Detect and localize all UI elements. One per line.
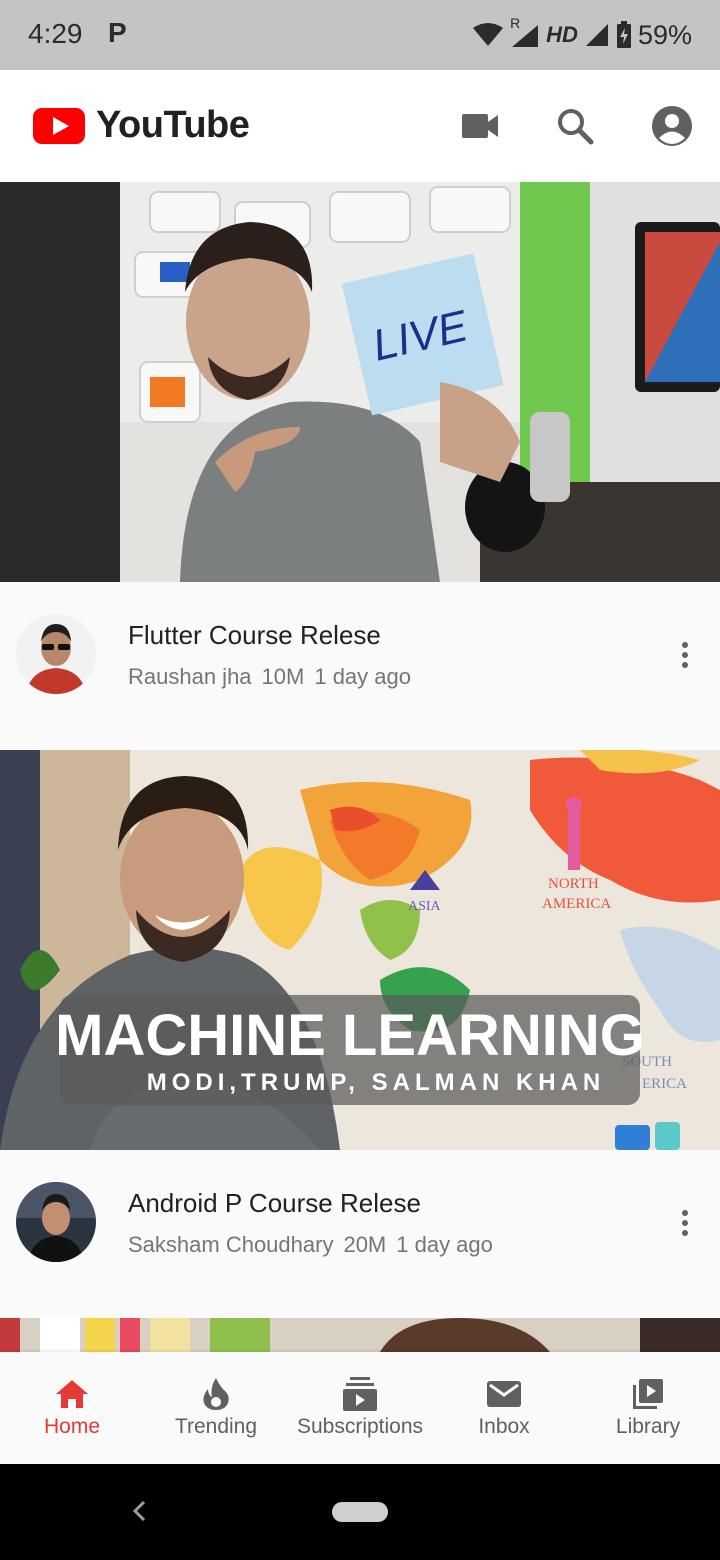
thumbnail-subcaption: MODI,TRUMP, SALMAN KHAN [147, 1069, 606, 1096]
upload-age: 1 day ago [314, 664, 411, 689]
search-icon[interactable] [552, 103, 598, 149]
nav-trending[interactable]: Trending [144, 1352, 288, 1464]
signal-roaming-icon: R [510, 15, 540, 49]
nav-inbox[interactable]: Inbox [432, 1352, 576, 1464]
more-options-icon[interactable] [672, 1208, 698, 1238]
nav-library-label: Library [615, 1415, 681, 1438]
map-label: ASIA [408, 899, 442, 914]
home-gesture-pill[interactable] [332, 1502, 388, 1522]
video-title[interactable]: Android P Course Relese [128, 1188, 421, 1219]
video-info-row[interactable]: Flutter Course Relese Raushan jha 10M 1 da… [0, 582, 720, 750]
nav-inbox-label: Inbox [478, 1415, 530, 1438]
map-label: NORTH [548, 876, 599, 892]
nav-library[interactable]: Library [576, 1352, 720, 1464]
notification-icon: P [108, 17, 127, 48]
nav-home[interactable]: Home [0, 1352, 144, 1464]
more-options-icon[interactable] [672, 640, 698, 670]
nav-subscriptions-label: Subscriptions [296, 1415, 424, 1438]
bottom-navigation: Home Trending Subscriptions Inbox Librar… [0, 1352, 720, 1464]
video-thumbnail[interactable]: LIVE [0, 182, 720, 582]
video-info-row[interactable]: Android P Course Relese Saksham Choudhar… [0, 1150, 720, 1318]
home-icon [54, 1376, 90, 1412]
nav-subscriptions[interactable]: Subscriptions [288, 1352, 432, 1464]
channel-name[interactable]: Raushan jha [128, 664, 252, 689]
youtube-logo-icon[interactable] [33, 108, 85, 144]
channel-name[interactable]: Saksham Choudhary [128, 1232, 333, 1257]
channel-avatar[interactable] [16, 614, 96, 694]
channel-avatar[interactable] [16, 1182, 96, 1262]
video-title[interactable]: Flutter Course Relese [128, 620, 381, 651]
view-count: 10M [261, 664, 305, 689]
library-icon [630, 1376, 666, 1412]
upload-age: 1 day ago [396, 1232, 493, 1257]
status-time: 4:29 [28, 18, 83, 49]
subscriptions-icon [342, 1376, 378, 1412]
wifi-icon [473, 23, 504, 46]
app-bar: YouTube [0, 70, 720, 182]
back-icon[interactable] [128, 1496, 150, 1526]
app-title: YouTube [96, 104, 250, 146]
video-thumbnail[interactable]: ASIA NORTH AMERICA SOUTH ERICA MACHINE L… [0, 750, 720, 1150]
video-thumbnail[interactable] [0, 1318, 720, 1352]
status-indicators: R HD 59% [472, 14, 692, 56]
video-meta: Raushan jha 10M 1 day ago [128, 664, 421, 690]
battery-percent: 59% [637, 19, 692, 50]
nav-home-label: Home [43, 1415, 101, 1438]
video-camera-icon[interactable] [457, 103, 503, 149]
thumbnail-caption: MACHINE LEARNING [55, 1003, 645, 1068]
account-icon[interactable] [649, 103, 695, 149]
flame-icon [198, 1376, 234, 1412]
map-label: ERICA [642, 1076, 687, 1092]
video-meta: Saksham Choudhary 20M 1 day ago [128, 1232, 503, 1258]
network-type: HD [546, 22, 578, 47]
mail-icon [486, 1376, 522, 1412]
battery-icon [616, 21, 631, 48]
nav-trending-label: Trending [174, 1415, 258, 1438]
status-bar: 4:29 P R HD 59% [0, 0, 720, 70]
view-count: 20M [343, 1232, 387, 1257]
signal-icon [585, 24, 608, 46]
map-label: AMERICA [542, 896, 611, 912]
